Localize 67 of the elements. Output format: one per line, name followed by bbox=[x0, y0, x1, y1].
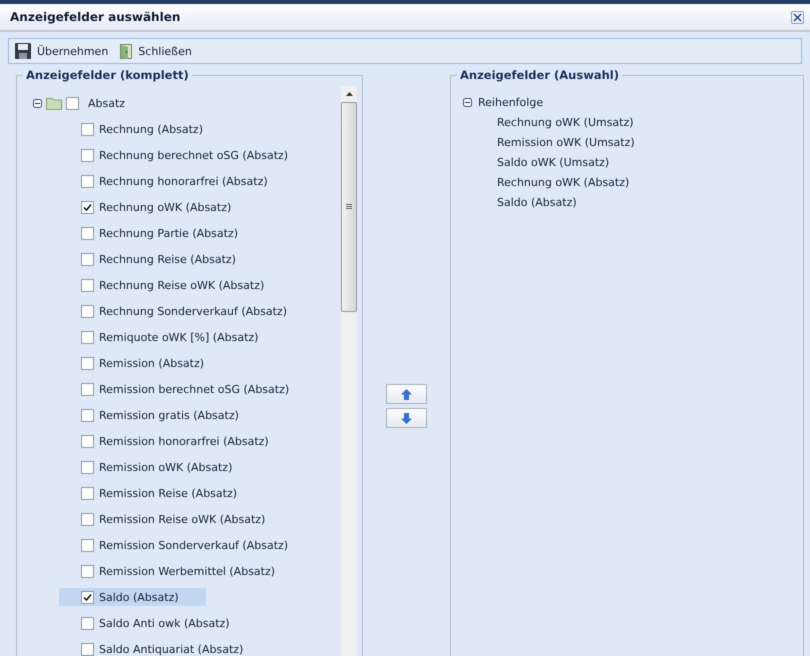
tree-item[interactable]: Saldo oWK (Umsatz) bbox=[497, 156, 610, 168]
save-icon bbox=[15, 43, 31, 59]
tree-item[interactable]: Rechnung Sonderverkauf (Absatz) bbox=[98, 302, 288, 320]
checkbox[interactable] bbox=[81, 200, 94, 214]
tree-item[interactable]: Rechnung oWK (Absatz) bbox=[497, 176, 630, 188]
scrollbar[interactable] bbox=[341, 86, 357, 656]
tree-item[interactable]: Absatz bbox=[87, 94, 126, 112]
tree-item[interactable]: Remission Reise (Absatz) bbox=[98, 484, 238, 502]
move-down-button[interactable] bbox=[386, 408, 427, 428]
tree-item[interactable]: Rechnung oWK (Umsatz) bbox=[497, 116, 634, 128]
tree-item[interactable]: Remission gratis (Absatz) bbox=[98, 406, 240, 424]
tree-item[interactable]: Rechnung (Absatz) bbox=[98, 120, 204, 138]
checkbox[interactable] bbox=[81, 356, 94, 370]
tree-item[interactable]: Saldo (Absatz) bbox=[497, 196, 577, 208]
arrow-down-icon bbox=[401, 412, 412, 424]
tree-item[interactable]: Rechnung Partie (Absatz) bbox=[98, 224, 240, 242]
checkbox[interactable] bbox=[81, 538, 94, 552]
tree-item[interactable]: Remission Werbemittel (Absatz) bbox=[98, 562, 276, 580]
door-icon bbox=[120, 44, 132, 58]
scroll-up-icon[interactable] bbox=[346, 92, 352, 96]
checkbox[interactable] bbox=[81, 122, 94, 136]
tree-item[interactable]: Rechnung Reise (Absatz) bbox=[98, 250, 237, 268]
arrow-up-icon bbox=[401, 388, 412, 400]
collapse-icon[interactable] bbox=[33, 98, 42, 108]
checkbox[interactable] bbox=[81, 434, 94, 448]
panel-title: Anzeigefelder (Auswahl) bbox=[459, 68, 620, 82]
window-title: Anzeigefelder auswählen bbox=[10, 10, 180, 24]
tree-item[interactable]: Saldo Anti owk (Absatz) bbox=[98, 614, 231, 632]
tree-item[interactable]: Remiquote oWK [%] (Absatz) bbox=[98, 328, 260, 346]
checkbox[interactable] bbox=[81, 486, 94, 500]
collapse-icon[interactable] bbox=[463, 98, 472, 106]
tree-item[interactable]: Remission honorarfrei (Absatz) bbox=[98, 432, 270, 450]
tree-item[interactable]: Rechnung honorarfrei (Absatz) bbox=[98, 172, 269, 190]
tree-item[interactable]: Rechnung Reise oWK (Absatz) bbox=[98, 276, 266, 294]
close-button[interactable] bbox=[791, 10, 804, 24]
move-up-button[interactable] bbox=[386, 384, 427, 404]
tree-item[interactable]: Rechnung oWK (Absatz) bbox=[98, 198, 232, 216]
tree-item[interactable]: Rechnung berechnet oSG (Absatz) bbox=[98, 146, 290, 164]
tree-item[interactable]: Remission (Absatz) bbox=[98, 354, 206, 372]
panel-title: Anzeigefelder (komplett) bbox=[25, 68, 190, 82]
tree-item[interactable]: Saldo Antiquariat (Absatz) bbox=[98, 640, 244, 656]
folder-icon bbox=[46, 96, 62, 110]
close-button[interactable]: Schließen bbox=[118, 42, 194, 60]
checkbox[interactable] bbox=[81, 642, 94, 656]
checkbox[interactable] bbox=[81, 148, 94, 162]
checkbox[interactable] bbox=[81, 616, 94, 630]
checkbox[interactable] bbox=[81, 564, 94, 578]
checkbox[interactable] bbox=[81, 512, 94, 526]
checkbox[interactable] bbox=[81, 408, 94, 422]
tree-item[interactable]: Remission oWK (Umsatz) bbox=[497, 136, 635, 148]
checkbox[interactable] bbox=[81, 590, 94, 604]
checkbox[interactable] bbox=[81, 174, 94, 188]
tree-item[interactable]: Remission oWK (Absatz) bbox=[98, 458, 234, 476]
tree-item[interactable]: Reihenfolge bbox=[478, 96, 544, 108]
checkbox[interactable] bbox=[81, 278, 94, 292]
grip-icon bbox=[346, 204, 352, 210]
checkbox[interactable] bbox=[81, 460, 94, 474]
checkbox[interactable] bbox=[66, 96, 79, 110]
checkbox[interactable] bbox=[81, 330, 94, 344]
checkbox[interactable] bbox=[81, 226, 94, 240]
tree-item[interactable]: Remission Reise oWK (Absatz) bbox=[98, 510, 266, 528]
checkbox[interactable] bbox=[81, 304, 94, 318]
tree-item[interactable]: Remission Sonderverkauf (Absatz) bbox=[98, 536, 290, 554]
checkbox[interactable] bbox=[81, 382, 94, 396]
checkbox[interactable] bbox=[81, 252, 94, 266]
tree-item[interactable]: Remission berechnet oSG (Absatz) bbox=[98, 380, 290, 398]
save-button[interactable]: Übernehmen bbox=[13, 41, 110, 61]
